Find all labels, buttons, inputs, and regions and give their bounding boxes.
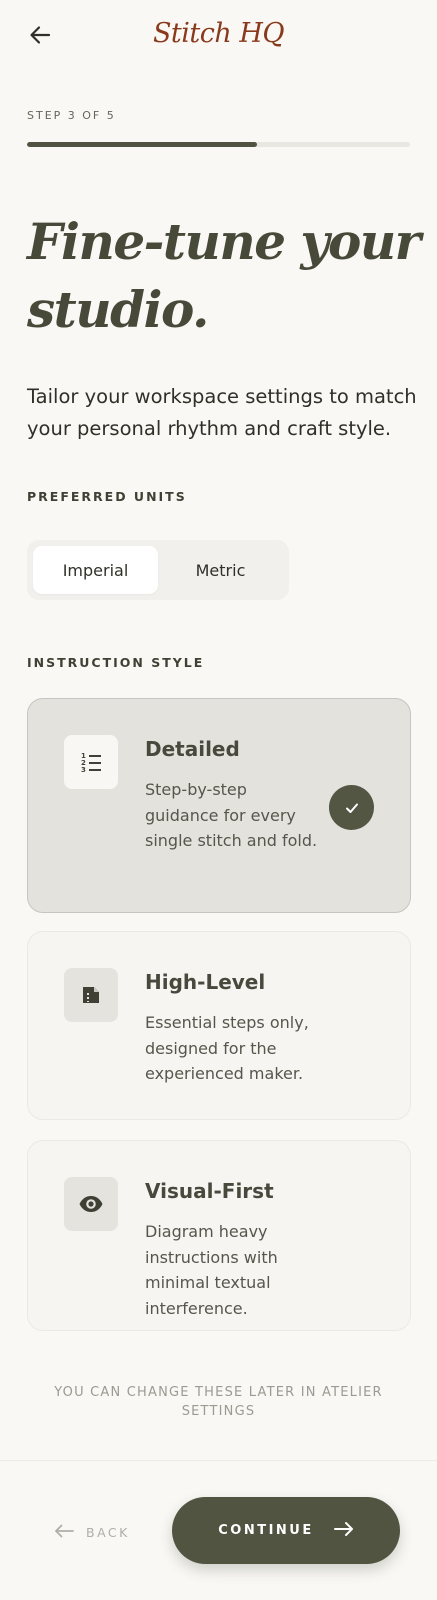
style-card-description: Step-by-step guidance for every single s…	[145, 780, 318, 850]
units-option-metric[interactable]: Metric	[158, 546, 283, 594]
continue-button-label: CONTINUE	[218, 1523, 314, 1538]
units-section-label: PREFERRED UNITS	[27, 489, 187, 504]
settings-footnote: YOU CAN CHANGE THESE LATER IN ATELIER SE…	[54, 1385, 383, 1419]
style-card-visual-first[interactable]: Visual-First Diagram heavy instructions …	[27, 1140, 411, 1331]
continue-button[interactable]: CONTINUE	[172, 1497, 400, 1564]
style-card-description: Essential steps only, designed for the e…	[145, 1013, 309, 1083]
arrow-right-icon	[333, 1521, 354, 1541]
brand-logo: Stitch HQ	[152, 18, 285, 49]
progress-bar-fill	[27, 142, 257, 147]
style-card-description: Diagram heavy instructions with minimal …	[145, 1222, 278, 1318]
style-card-high-level[interactable]: High-Level Essential steps only, designe…	[27, 931, 411, 1120]
page-subtitle: Tailor your workspace settings to match …	[27, 385, 417, 440]
arrow-left-icon	[54, 1524, 74, 1541]
top-bar: Stitch HQ	[0, 0, 437, 72]
checkmark-icon	[329, 785, 374, 830]
numbered-list-icon: 1 2 3	[64, 735, 118, 789]
style-card-title: Visual-First	[145, 1179, 274, 1203]
units-option-imperial[interactable]: Imperial	[33, 546, 158, 594]
bottom-action-bar: BACK CONTINUE	[0, 1460, 437, 1600]
eye-icon	[64, 1177, 118, 1231]
back-button-label: BACK	[86, 1524, 130, 1540]
page-title-line-1: Fine-tune your	[27, 212, 421, 271]
svg-text:3: 3	[81, 766, 86, 774]
instruction-section-label: INSTRUCTION STYLE	[27, 655, 205, 670]
style-card-title: High-Level	[145, 970, 266, 994]
page-title: Fine-tune your studio.	[27, 208, 427, 344]
units-segmented-control: Imperial Metric	[27, 540, 289, 600]
step-indicator: STEP 3 OF 5	[27, 109, 116, 122]
page-title-line-2: studio.	[27, 280, 209, 339]
progress-bar	[27, 142, 410, 147]
style-card-detailed[interactable]: 1 2 3 Detailed Step-by-step guidance for…	[27, 698, 411, 913]
style-card-title: Detailed	[145, 737, 240, 761]
back-button[interactable]: BACK	[54, 1519, 130, 1545]
summary-document-icon	[64, 968, 118, 1022]
